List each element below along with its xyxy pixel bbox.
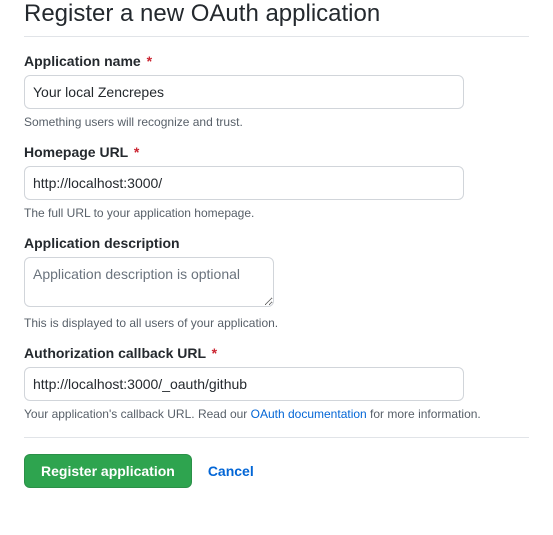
description-group: Application description This is displaye… xyxy=(24,235,529,330)
app-name-input[interactable] xyxy=(24,75,464,109)
divider xyxy=(24,437,529,438)
page-title: Register a new OAuth application xyxy=(24,0,529,37)
homepage-url-hint: The full URL to your application homepag… xyxy=(24,206,529,220)
form-actions: Register application Cancel xyxy=(24,454,529,488)
homepage-url-input[interactable] xyxy=(24,166,464,200)
homepage-url-label-text: Homepage URL xyxy=(24,144,128,160)
app-name-label: Application name * xyxy=(24,53,529,69)
cancel-link[interactable]: Cancel xyxy=(208,463,254,479)
callback-url-input[interactable] xyxy=(24,367,464,401)
callback-url-label-text: Authorization callback URL xyxy=(24,345,206,361)
register-button[interactable]: Register application xyxy=(24,454,192,488)
callback-url-group: Authorization callback URL * Your applic… xyxy=(24,345,529,421)
homepage-url-label: Homepage URL * xyxy=(24,144,529,160)
callback-hint-prefix: Your application's callback URL. Read ou… xyxy=(24,407,251,421)
app-name-hint: Something users will recognize and trust… xyxy=(24,115,529,129)
callback-url-hint: Your application's callback URL. Read ou… xyxy=(24,407,529,421)
app-name-label-text: Application name xyxy=(24,53,141,69)
description-textarea[interactable] xyxy=(24,257,274,307)
oauth-docs-link[interactable]: OAuth documentation xyxy=(251,407,367,421)
callback-url-label: Authorization callback URL * xyxy=(24,345,529,361)
description-hint: This is displayed to all users of your a… xyxy=(24,316,529,330)
callback-hint-suffix: for more information. xyxy=(367,407,481,421)
homepage-url-group: Homepage URL * The full URL to your appl… xyxy=(24,144,529,220)
required-marker: * xyxy=(134,144,139,160)
required-marker: * xyxy=(212,345,217,361)
required-marker: * xyxy=(147,53,152,69)
app-name-group: Application name * Something users will … xyxy=(24,53,529,129)
description-label: Application description xyxy=(24,235,529,251)
